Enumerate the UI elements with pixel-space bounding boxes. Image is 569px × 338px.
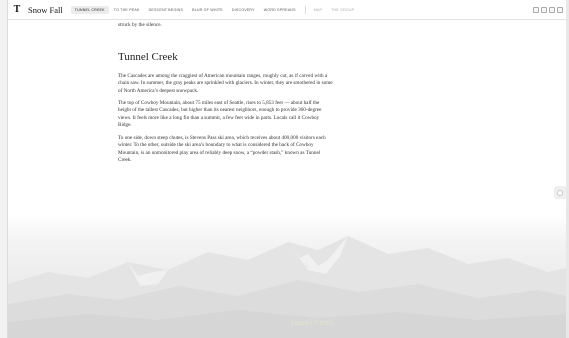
section-heading: Tunnel Creek <box>118 51 178 63</box>
previous-paragraph-tail: struck by the silence. <box>118 22 162 28</box>
hero-title: Tunnel Creek <box>290 318 334 327</box>
nav-item-tunnel-creek[interactable]: TUNNEL CREEK <box>70 5 109 14</box>
article-paragraph: The Cascades are among the craggiest of … <box>118 73 333 94</box>
story-title[interactable]: Snow Fall <box>28 5 63 15</box>
email-icon[interactable] <box>549 6 555 13</box>
mountain-landscape-image <box>8 236 566 338</box>
top-navigation-bar: T Snow Fall TUNNEL CREEK TO THE PEAK DES… <box>8 0 566 20</box>
side-scroll-control[interactable] <box>554 186 566 199</box>
nav-item-the-group[interactable]: THE GROUP <box>327 6 358 14</box>
share-icon[interactable] <box>541 6 547 13</box>
nav-divider <box>304 5 306 14</box>
article-paragraph: To one side, down steep chutes, is Steve… <box>118 135 326 164</box>
nav-item-blur-of-white[interactable]: BLUR OF WHITE <box>188 6 227 14</box>
print-icon[interactable] <box>557 6 563 13</box>
article-paragraph: The top of Cowboy Mountain, about 75 mil… <box>118 100 322 129</box>
window-left-edge <box>0 0 8 338</box>
circle-icon <box>557 189 563 196</box>
brand: T Snow Fall <box>12 4 71 15</box>
nav-item-word-spreads[interactable]: WORD SPREADS <box>260 6 300 14</box>
nav-item-map[interactable]: MAP <box>310 6 326 14</box>
nyt-logo-icon[interactable]: T <box>12 4 22 15</box>
nav-item-discovery[interactable]: DISCOVERY <box>228 6 259 14</box>
toolbar-actions <box>531 6 563 13</box>
hero-caption: Tunnel Creek <box>273 264 309 270</box>
nav-item-to-the-peak[interactable]: TO THE PEAK <box>110 6 144 14</box>
mountain-hero-image: Tunnel Creek Tunnel Creek <box>8 214 566 338</box>
nav-item-descent-begins[interactable]: DESCENT BEGINS <box>145 6 188 14</box>
chapter-nav: TUNNEL CREEK TO THE PEAK DESCENT BEGINS … <box>70 5 360 14</box>
comment-icon[interactable] <box>533 6 539 13</box>
